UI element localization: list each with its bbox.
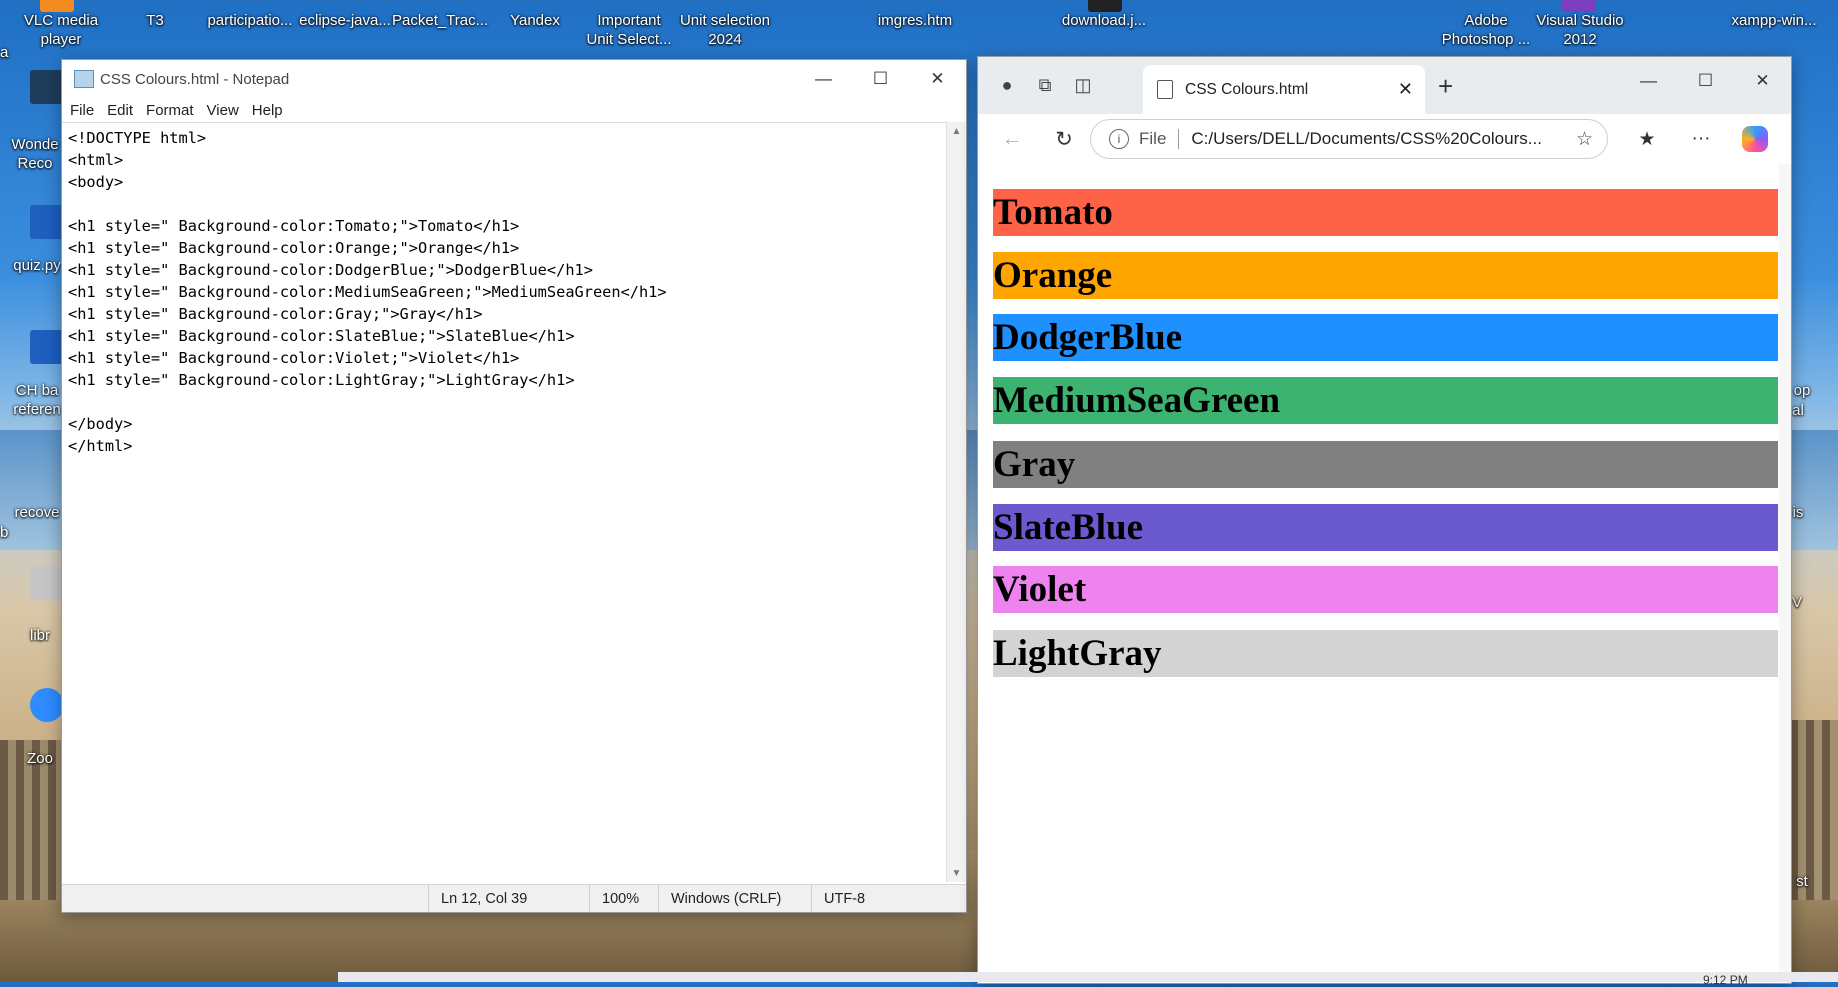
tab-title: CSS Colours.html <box>1185 80 1309 98</box>
notepad-vertical-scrollbar[interactable]: ▲ ▼ <box>946 122 966 882</box>
taskbar <box>338 972 1838 982</box>
wondershare-icon <box>30 70 64 104</box>
copilot-button[interactable] <box>1728 126 1782 152</box>
close-button[interactable]: ✕ <box>909 60 966 98</box>
right-edge-text-v: V <box>1791 594 1802 611</box>
desktop-icon-yandex[interactable]: Yandex <box>503 11 567 30</box>
heading-slateblue: SlateBlue <box>993 504 1778 551</box>
menu-edit[interactable]: Edit <box>107 102 133 119</box>
status-line-ending: Windows (CRLF) <box>658 885 811 912</box>
status-cursor-position: Ln 12, Col 39 <box>428 885 589 912</box>
desktop-icon-unit-selection[interactable]: Unit selection 2024 <box>674 11 776 49</box>
word-doc-icon-2 <box>30 330 64 364</box>
desktop-icon-packet-tracer[interactable]: Packet_Trac... <box>392 11 488 30</box>
tab-close-icon[interactable]: ✕ <box>1398 79 1413 100</box>
desktop-icon-vlc[interactable]: VLC media player <box>14 11 108 49</box>
menu-format[interactable]: Format <box>146 102 194 119</box>
desktop-icon-t3[interactable]: T3 <box>134 11 176 30</box>
notepad-titlebar[interactable]: CSS Colours.html - Notepad — ☐ ✕ <box>62 60 966 98</box>
desktop-icon-wondershare[interactable]: Wonde Reco <box>0 135 70 173</box>
browser-maximize-button[interactable]: ☐ <box>1677 57 1734 105</box>
address-bar[interactable]: i File C:/Users/DELL/Documents/CSS%20Col… <box>1090 119 1608 159</box>
maximize-button[interactable]: ☐ <box>852 60 909 98</box>
favorite-star-icon[interactable]: ☆ <box>1576 128 1593 151</box>
scroll-down-icon[interactable]: ▼ <box>947 864 966 882</box>
right-edge-text-op: op <box>1793 382 1811 399</box>
notepad-app-icon <box>74 70 94 88</box>
status-zoom: 100% <box>589 885 658 912</box>
browser-window: ● ⧉ ◫ CSS Colours.html ✕ + — ☐ ✕ ← ↻ i F… <box>977 56 1792 984</box>
browser-tab-active[interactable]: CSS Colours.html ✕ <box>1143 65 1425 114</box>
heading-lightgray: LightGray <box>993 630 1778 677</box>
minimize-button[interactable]: — <box>795 60 852 98</box>
zoom-icon <box>30 688 64 722</box>
word-doc-icon <box>30 205 64 239</box>
browser-tabbar: ● ⧉ ◫ CSS Colours.html ✕ + — ☐ ✕ <box>978 57 1791 114</box>
page-icon <box>1157 80 1173 99</box>
copilot-icon <box>1742 126 1768 152</box>
desktop-icon-eclipse[interactable]: eclipse-java... <box>298 11 392 30</box>
desktop-icon-important-unit[interactable]: Important Unit Select... <box>582 11 676 49</box>
browser-scrollbar[interactable] <box>1779 164 1791 983</box>
new-tab-button[interactable]: + <box>1438 71 1453 102</box>
desktop-icon-imgres[interactable]: imgres.htm <box>868 11 962 30</box>
left-edge-text-b: b <box>0 524 9 541</box>
workspaces-icon[interactable]: ⧉ <box>1026 66 1064 106</box>
heading-mediumseagreen: MediumSeaGreen <box>993 377 1778 424</box>
vertical-tabs-icon[interactable]: ◫ <box>1064 66 1102 106</box>
address-separator <box>1178 129 1180 149</box>
notepad-menubar: File Edit Format View Help <box>62 98 966 122</box>
menu-file[interactable]: File <box>70 102 94 119</box>
desktop-icon-photoshop[interactable]: Adobe Photoshop ... <box>1438 11 1534 49</box>
browser-minimize-button[interactable]: — <box>1620 57 1677 105</box>
notepad-text-area[interactable]: <!DOCTYPE html> <html> <body> <h1 style=… <box>62 122 947 883</box>
notepad-window: CSS Colours.html - Notepad — ☐ ✕ File Ed… <box>61 59 967 913</box>
desktop-icon-visual-studio[interactable]: Visual Studio 2012 <box>1532 11 1628 49</box>
favorites-icon[interactable]: ★ <box>1620 128 1674 151</box>
desktop-icon-xampp[interactable]: xampp-win... <box>1724 11 1824 30</box>
browser-toolbar: ← ↻ i File C:/Users/DELL/Documents/CSS%2… <box>978 114 1791 165</box>
library-icon <box>30 566 64 600</box>
notepad-content[interactable]: <!DOCTYPE html> <html> <body> <h1 style=… <box>62 123 947 461</box>
taskbar-clock: 9:12 PM <box>1703 973 1748 987</box>
heading-gray: Gray <box>993 441 1778 488</box>
menu-view[interactable]: View <box>207 102 239 119</box>
refresh-icon[interactable]: ↻ <box>1038 127 1090 152</box>
heading-tomato: Tomato <box>993 189 1778 236</box>
more-options-icon[interactable]: ··· <box>1674 128 1728 150</box>
status-encoding: UTF-8 <box>811 885 944 912</box>
right-edge-text-st: st <box>1796 873 1808 890</box>
right-edge-text-al: al <box>1792 402 1804 419</box>
heading-violet: Violet <box>993 566 1778 613</box>
notepad-title: CSS Colours.html - Notepad <box>100 70 290 88</box>
scroll-up-icon[interactable]: ▲ <box>947 122 966 140</box>
desktop-icon-participation[interactable]: participatio... <box>203 11 297 30</box>
back-arrow-icon[interactable]: ← <box>986 127 1038 151</box>
notepad-statusbar: Ln 12, Col 39 100% Windows (CRLF) UTF-8 <box>62 884 966 912</box>
page-viewport: Tomato Orange DodgerBlue MediumSeaGreen … <box>978 164 1791 983</box>
menu-help[interactable]: Help <box>252 102 283 119</box>
browser-close-button[interactable]: ✕ <box>1734 57 1791 105</box>
right-edge-text-is: is <box>1792 504 1804 521</box>
heading-dodgerblue: DodgerBlue <box>993 314 1778 361</box>
desktop-icon-download[interactable]: download.j... <box>1056 11 1152 30</box>
heading-orange: Orange <box>993 252 1778 299</box>
address-url[interactable]: C:/Users/DELL/Documents/CSS%20Colours... <box>1191 129 1542 149</box>
address-scheme: File <box>1139 129 1167 148</box>
profile-icon[interactable]: ● <box>988 66 1026 106</box>
left-edge-text-a: a <box>0 44 9 61</box>
info-icon[interactable]: i <box>1109 129 1129 149</box>
